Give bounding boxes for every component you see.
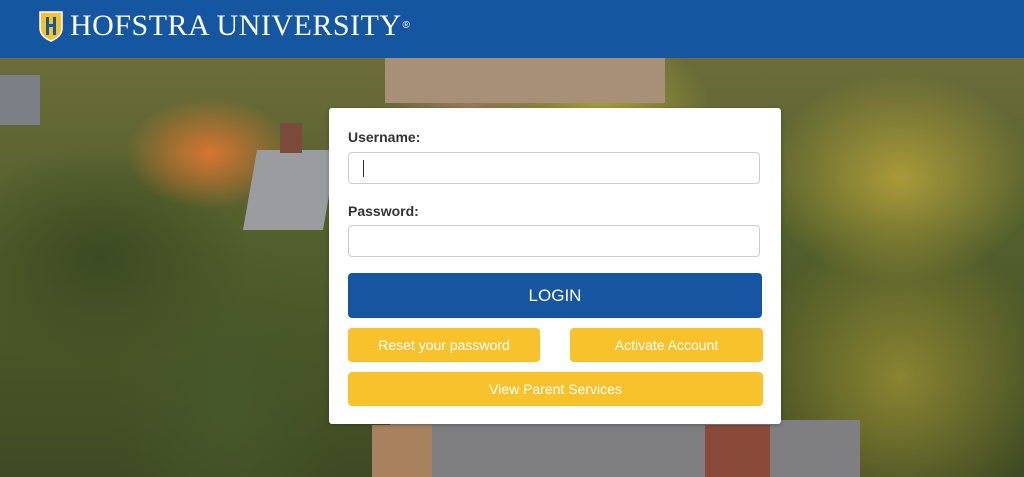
text-caret	[363, 160, 364, 177]
brand-name-text: HOFSTRA UNIVERSITY	[70, 9, 402, 42]
background-chimney	[280, 123, 302, 153]
reset-password-button[interactable]: Reset your password	[348, 328, 540, 362]
activate-account-button[interactable]: Activate Account	[570, 328, 763, 362]
login-page: HOFSTRA UNIVERSITY® Username: Password: …	[0, 0, 1024, 477]
hofstra-shield-icon	[39, 11, 63, 42]
site-header: HOFSTRA UNIVERSITY®	[0, 0, 1024, 58]
view-parent-services-button[interactable]: View Parent Services	[348, 372, 763, 406]
password-label: Password:	[348, 203, 419, 219]
background-building	[0, 75, 40, 125]
login-button[interactable]: LOGIN	[348, 273, 762, 318]
login-card: Username: Password: LOGIN Reset your pas…	[329, 108, 781, 424]
background-roof	[390, 420, 860, 477]
background-chimney	[705, 425, 770, 477]
brand-name: HOFSTRA UNIVERSITY®	[70, 9, 410, 43]
username-label: Username:	[348, 129, 421, 145]
registered-mark: ®	[402, 20, 411, 31]
username-input[interactable]	[348, 152, 760, 184]
background-roof	[242, 150, 338, 230]
password-input[interactable]	[348, 225, 760, 257]
brand-logo-link[interactable]: HOFSTRA UNIVERSITY®	[38, 9, 410, 43]
background-wall	[372, 425, 432, 477]
background-building	[385, 58, 665, 103]
